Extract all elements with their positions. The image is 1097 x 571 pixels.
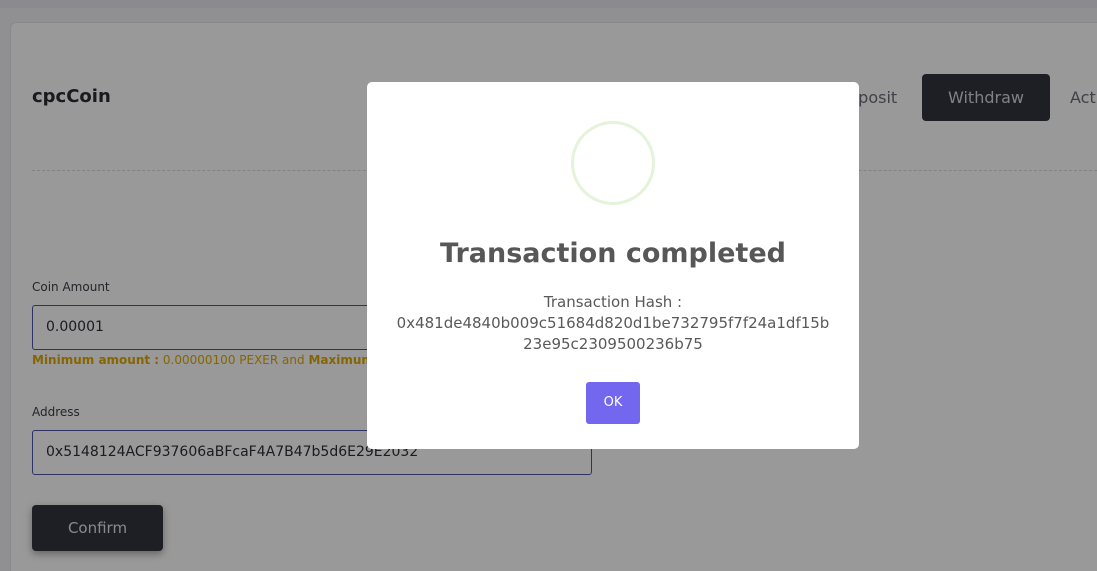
ok-button[interactable]: OK	[586, 382, 640, 424]
modal-title: Transaction completed	[440, 238, 786, 269]
hash-value: 0x481de4840b009c51684d820d1be732795f7f24…	[396, 314, 830, 353]
modal-message: Transaction Hash : 0x481de4840b009c51684…	[393, 292, 833, 355]
success-icon	[571, 121, 655, 205]
transaction-modal: Transaction completed Transaction Hash :…	[367, 82, 859, 449]
hash-label: Transaction Hash :	[543, 293, 683, 311]
